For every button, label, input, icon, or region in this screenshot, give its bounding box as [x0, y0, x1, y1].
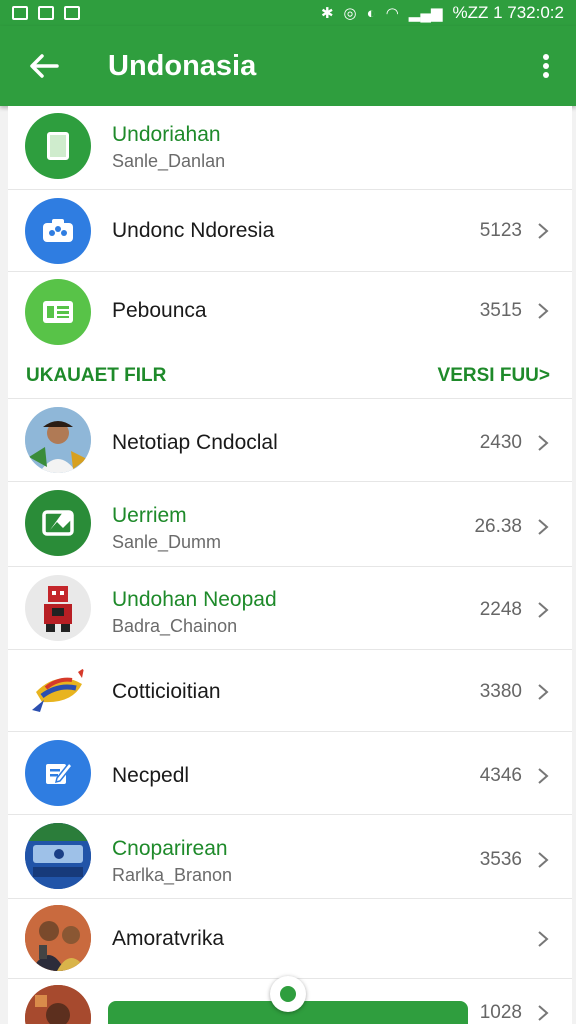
status-text: %ZZ 1 732:0:2 [452, 3, 564, 22]
kite-icon [25, 658, 91, 724]
section-title: UKAUAET FILR [26, 364, 167, 386]
item-title: Uerriem [112, 504, 187, 527]
list-item[interactable]: Uerriem Sanle_Dumm 26.38 [8, 482, 572, 567]
list-item[interactable]: Undoriahan Sanle_Danlan [8, 106, 572, 190]
person-photo-icon [25, 407, 91, 473]
list-item[interactable]: Undonc Ndoresia 5123 [8, 190, 572, 272]
item-count: 1028 [479, 1002, 522, 1023]
list-item[interactable]: Cnoparirean Rarlka_Branon 3536 [8, 815, 572, 899]
chevron-right-icon[interactable] [536, 930, 550, 948]
item-subtitle: Badra_Chainon [112, 616, 238, 636]
scanner-icon [25, 823, 91, 889]
item-count: 3515 [479, 300, 522, 321]
wifi-icon: ◠ [385, 4, 399, 22]
app-bar: Undonasia [0, 26, 576, 106]
item-title: Undonc Ndoresia [112, 219, 275, 242]
chevron-right-icon[interactable] [536, 683, 550, 701]
edit-icon [25, 740, 91, 806]
page-title: Undonasia [108, 49, 257, 82]
sync-icon: ◐ [366, 4, 376, 22]
home-button[interactable] [270, 976, 306, 1012]
section-header: UKAUAET FILR VERSI FUU> [8, 353, 572, 399]
notification-icon [12, 6, 28, 20]
item-count: 4346 [479, 765, 522, 786]
item-title: Cotticioitian [112, 680, 221, 703]
item-count: 26.38 [474, 516, 522, 537]
chevron-right-icon[interactable] [536, 1004, 550, 1022]
more-vert-icon [543, 54, 549, 78]
app-list: Undoriahan Sanle_Danlan Undonc Ndoresia … [8, 106, 572, 1024]
document-icon [25, 279, 91, 345]
item-title: Undoriahan [112, 123, 221, 146]
item-title: Netotiap Cndoclal [112, 431, 278, 454]
item-count: 2248 [479, 599, 522, 620]
list-item[interactable]: Netotiap Cndoclal 2430 [8, 399, 572, 482]
image-icon [25, 490, 91, 556]
chevron-right-icon[interactable] [536, 767, 550, 785]
list-item[interactable]: Undohan Neopad Badra_Chainon 2248 [8, 567, 572, 650]
camera-icon [25, 198, 91, 264]
shield-icon [64, 6, 80, 20]
overflow-menu-button[interactable] [516, 26, 576, 106]
back-arrow-icon [30, 54, 59, 78]
gallery-icon [38, 6, 54, 20]
item-count: 2430 [479, 432, 522, 453]
list-item[interactable]: Amoratvrika [8, 899, 572, 979]
item-count: 5123 [479, 220, 522, 241]
back-button[interactable] [0, 26, 88, 106]
list-item[interactable]: Cotticioitian 3380 [8, 650, 572, 732]
chevron-right-icon[interactable] [536, 518, 550, 536]
item-count: 3536 [479, 849, 522, 870]
robot-icon [25, 575, 91, 641]
item-subtitle: Sanle_Dumm [112, 532, 222, 552]
item-title: Cnoparirean [112, 837, 228, 860]
list-item[interactable]: Necpedl 4346 [8, 732, 572, 815]
section-action-link[interactable]: VERSI FUU> [438, 365, 550, 387]
battery-icon [25, 113, 91, 179]
vibrate-icon: ◎ [343, 4, 357, 22]
item-subtitle: Sanle_Danlan [112, 151, 226, 171]
item-title: Necpedl [112, 764, 190, 787]
chevron-right-icon[interactable] [536, 851, 550, 869]
people-photo-icon [25, 905, 91, 971]
home-dot-icon [280, 986, 296, 1002]
chevron-right-icon[interactable] [536, 434, 550, 452]
item-count: 3380 [479, 681, 522, 702]
status-bar: ✱ ◎ ◐ ◠ ▂▄▆ %ZZ 1 732:0:2 [0, 0, 576, 26]
signal-icon: ▂▄▆ [408, 4, 443, 22]
chevron-right-icon[interactable] [536, 302, 550, 320]
photo-icon [25, 985, 91, 1024]
chevron-right-icon[interactable] [536, 601, 550, 619]
item-title: Amoratvrika [112, 927, 225, 950]
item-subtitle: Rarlka_Branon [112, 865, 233, 885]
bluetooth-icon: ✱ [320, 4, 334, 22]
item-title: Pebounca [112, 299, 207, 322]
list-item[interactable]: Pebounca 3515 [8, 272, 572, 353]
item-title: Undohan Neopad [112, 588, 277, 611]
chevron-right-icon[interactable] [536, 222, 550, 240]
